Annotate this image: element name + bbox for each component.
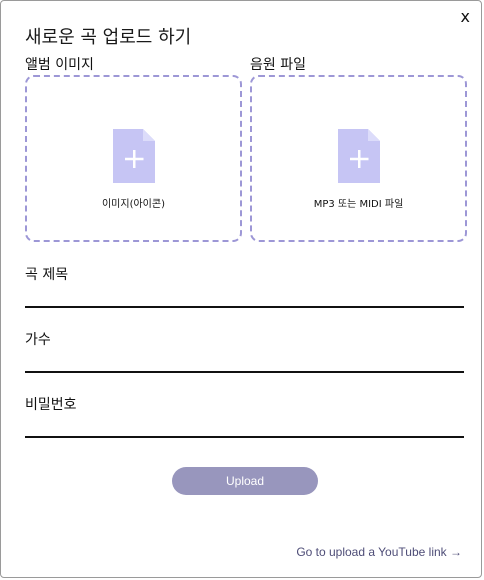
upload-button[interactable]: Upload — [172, 467, 318, 495]
audio-file-dropzone[interactable]: MP3 또는 MIDI 파일 — [250, 75, 467, 242]
audio-file-label: 음원 파일 — [250, 57, 306, 73]
youtube-link[interactable]: Go to upload a YouTube link → — [296, 545, 462, 559]
artist-input[interactable] — [25, 345, 464, 373]
password-input[interactable] — [25, 410, 464, 438]
audio-file-dropzone-text: MP3 또는 MIDI 파일 — [313, 199, 404, 210]
album-image-label: 앨범 이미지 — [25, 57, 94, 73]
close-button[interactable]: x — [461, 9, 470, 25]
modal-title: 새로운 곡 업로드 하기 — [25, 27, 192, 48]
file-add-icon — [337, 129, 380, 183]
song-title-input[interactable] — [25, 280, 464, 308]
file-add-icon — [112, 129, 155, 183]
album-image-dropzone[interactable]: 이미지(아이콘) — [25, 75, 242, 242]
album-image-dropzone-text: 이미지(아이콘) — [101, 199, 165, 210]
upload-song-modal: x 새로운 곡 업로드 하기 앨범 이미지 음원 파일 이미지(아이콘) MP3… — [0, 0, 482, 578]
